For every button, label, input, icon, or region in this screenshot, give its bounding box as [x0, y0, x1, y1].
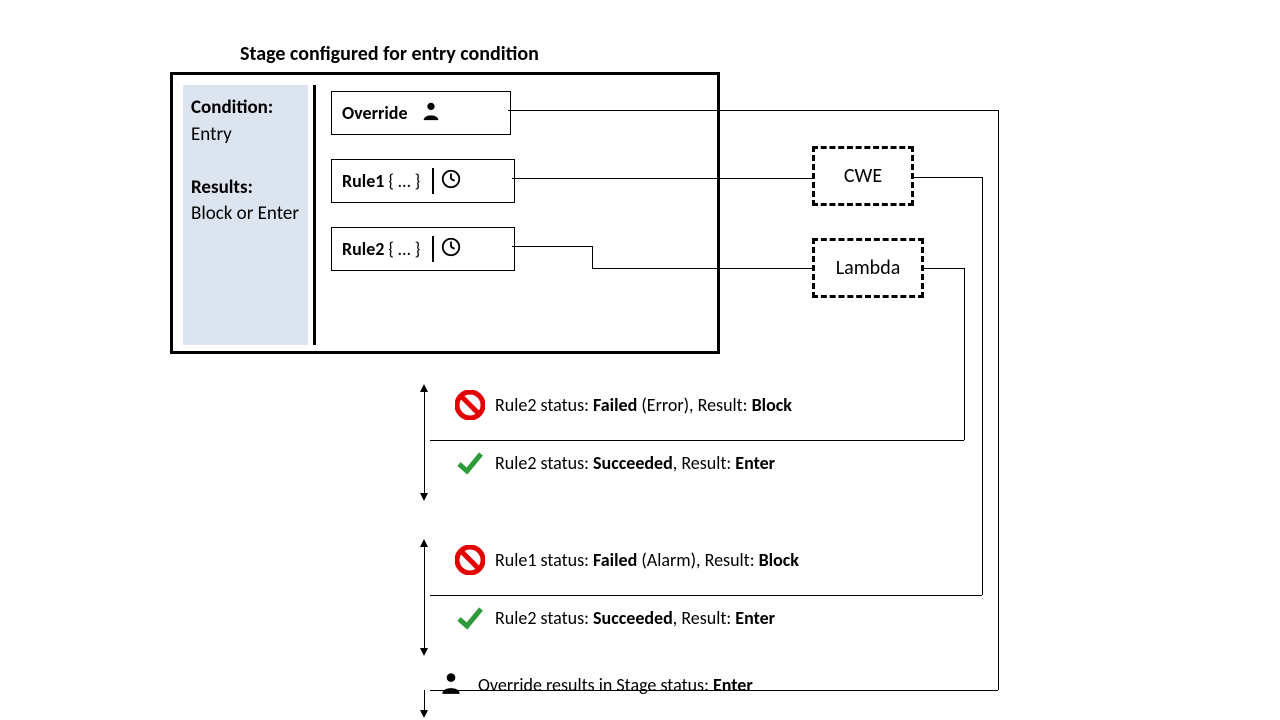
connector: [430, 440, 964, 441]
rule1-box: Rule1 { … }: [331, 159, 515, 203]
text: Rule2 status:: [495, 607, 593, 629]
condition-label: Condition:: [191, 96, 273, 119]
person-icon: [438, 670, 468, 700]
rule2-failed-row: Rule2 status: Failed (Error), Result: Bl…: [455, 390, 792, 420]
rule1-failed-row: Rule1 status: Failed (Alarm), Result: Bl…: [455, 545, 799, 575]
arrow-up-icon: [420, 384, 428, 392]
rule1-body: { … }: [388, 170, 420, 192]
clock-icon: [440, 236, 462, 263]
text: (Alarm), Result:: [637, 549, 758, 571]
text: (Error), Result:: [637, 394, 751, 416]
rule2b-succeeded-row: Rule2 status: Succeeded, Result: Enter: [455, 603, 775, 633]
rule2-succeeded-row: Rule2 status: Succeeded, Result: Enter: [455, 448, 775, 478]
connector: [964, 268, 965, 440]
override-box: Override: [331, 91, 511, 135]
arrow-down-icon: [420, 493, 428, 501]
results-label: Results:: [191, 176, 253, 199]
no-entry-icon: [455, 545, 485, 575]
connector: [924, 268, 964, 269]
text: Override results in Stage status:: [478, 674, 713, 696]
sidebar-divider: [313, 85, 316, 345]
connector: [592, 268, 812, 269]
arrow-down-icon: [420, 710, 428, 718]
clock-icon: [440, 168, 462, 195]
connector: [430, 595, 982, 596]
stage-container: Condition: Entry Results: Block or Enter…: [170, 72, 720, 354]
no-entry-icon: [455, 390, 485, 420]
text: , Result:: [673, 607, 736, 629]
result-value: Enter: [735, 452, 775, 474]
text: Rule1 status:: [495, 549, 593, 571]
person-icon: [420, 100, 442, 127]
stage-title: Stage configured for entry condition: [240, 42, 539, 66]
text: , Result:: [673, 452, 736, 474]
connector: [592, 246, 593, 268]
override-label: Override: [342, 102, 408, 124]
lambda-box: Lambda: [812, 238, 924, 298]
connector: [508, 110, 998, 111]
check-icon: [455, 448, 485, 478]
check-icon: [455, 603, 485, 633]
group-bracket: [424, 390, 425, 495]
connector: [914, 177, 982, 178]
stage-sidebar: Condition: Entry Results: Block or Enter: [183, 85, 308, 345]
result-value: Block: [759, 549, 799, 571]
status-value: Failed: [593, 394, 637, 416]
result-value: Enter: [713, 674, 753, 696]
cwe-box: CWE: [812, 146, 914, 206]
connector: [998, 110, 999, 690]
rule2-body: { … }: [388, 238, 420, 260]
rule2-box: Rule2 { … }: [331, 227, 515, 271]
group-bracket: [424, 545, 425, 650]
override-result-row: Override results in Stage status: Enter: [438, 670, 753, 700]
group-bracket: [424, 690, 425, 712]
rule2-name: Rule2: [342, 238, 384, 260]
condition-value: Entry: [191, 122, 300, 149]
arrow-down-icon: [420, 648, 428, 656]
divider: [432, 236, 434, 262]
status-value: Failed: [593, 549, 637, 571]
rule1-name: Rule1: [342, 170, 384, 192]
connector: [982, 177, 983, 595]
text: Rule2 status:: [495, 394, 593, 416]
text: Rule2 status:: [495, 452, 593, 474]
divider: [432, 168, 434, 194]
result-value: Block: [752, 394, 792, 416]
arrow-up-icon: [420, 539, 428, 547]
connector: [512, 246, 592, 247]
status-value: Succeeded: [593, 452, 673, 474]
result-value: Enter: [735, 607, 775, 629]
status-value: Succeeded: [593, 607, 673, 629]
connector: [512, 178, 812, 179]
results-value: Block or Enter: [191, 201, 300, 228]
